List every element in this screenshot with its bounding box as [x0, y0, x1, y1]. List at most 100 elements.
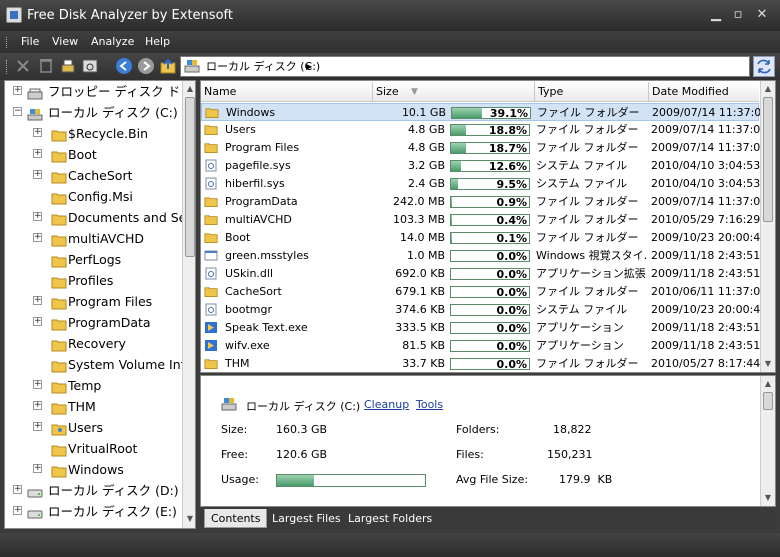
file-row[interactable]: Speak Text.exe 333.5 KB 0.0% アプリケーション 2009/1… — [201, 319, 761, 337]
file-row[interactable]: CacheSort 679.1 KB 0.0% ファイル フォルダー 2010/06/1… — [201, 283, 767, 301]
refresh-button[interactable] — [753, 56, 775, 77]
tools-link[interactable]: Tools — [416, 398, 443, 411]
size-percent-bar: 0.0% — [450, 340, 530, 353]
file-type: ファイル フォルダー — [536, 213, 639, 226]
file-row[interactable]: Windows 10.1 GB 39.1% ファイル フォルダー 2009/07/14 … — [201, 103, 768, 121]
file-row[interactable]: ProgramData 242.0 MB 0.9% ファイル フォルダー 2009/07… — [201, 193, 767, 211]
col-name[interactable]: Name — [201, 82, 373, 102]
scroll-up-icon[interactable]: ▲ — [762, 378, 774, 390]
tree-scrollbar[interactable]: ▲ ▼ — [182, 81, 195, 528]
expand-icon[interactable]: + — [33, 401, 42, 410]
minimize-button[interactable]: ▁ — [706, 6, 726, 24]
col-date[interactable]: Date Modified — [649, 82, 759, 102]
file-row[interactable]: Users 4.8 GB 18.8% ファイル フォルダー 2009/07/14 11:… — [201, 121, 767, 139]
folder-icon — [204, 195, 218, 208]
file-list: Name Size ▼ Type Date Modified Windows 10… — [200, 80, 776, 373]
expand-icon[interactable]: + — [33, 212, 42, 221]
list-scrollbar[interactable]: ▲ ▼ — [760, 81, 775, 372]
file-row[interactable]: THM 33.7 KB 0.0% ファイル フォルダー 2010/05/27 8:17:… — [201, 355, 760, 372]
file-row[interactable]: bootmgr 374.6 KB 0.0% システム ファイル 2009/10/23 2… — [201, 301, 767, 319]
file-type: ファイル フォルダー — [536, 231, 639, 244]
delete-icon[interactable] — [14, 57, 32, 75]
col-size-label: Size — [376, 85, 399, 98]
expand-icon[interactable]: + — [33, 464, 42, 473]
folder-icon — [51, 274, 67, 289]
file-row[interactable]: pagefile.sys 3.2 GB 12.6% システム ファイル 2010/04/… — [201, 157, 761, 175]
file-date: 2010/04/10 3:04:53 — [651, 159, 761, 172]
file-row[interactable]: hiberfil.sys 2.4 GB 9.5% システム ファイル 2010/04/1… — [201, 175, 760, 193]
scroll-thumb[interactable] — [763, 97, 773, 222]
file-row[interactable]: green.msstyles 1.0 MB 0.0% Windows 視覚スタイ… 20… — [201, 247, 760, 265]
file-name: Program Files — [225, 141, 300, 154]
size-label: Size: — [221, 423, 248, 436]
tree-item-label: フロッピー ディスク ド — [48, 84, 181, 99]
file-icon — [204, 267, 218, 280]
expand-icon[interactable]: + — [13, 506, 22, 515]
expand-icon[interactable]: + — [13, 86, 22, 95]
up-folder-icon[interactable] — [159, 57, 177, 75]
maximize-button[interactable]: ▫ — [728, 6, 748, 24]
file-row[interactable]: multiAVCHD 103.3 MB 0.4% ファイル フォルダー 2010/05/… — [201, 211, 760, 229]
expand-icon[interactable]: + — [33, 422, 42, 431]
scroll-down-icon[interactable]: ▼ — [184, 513, 195, 525]
tree-item-label: PerfLogs — [68, 252, 122, 267]
menu-view[interactable]: View — [52, 35, 78, 48]
expand-icon[interactable]: + — [33, 128, 42, 137]
folder-icon — [51, 442, 67, 457]
properties-icon[interactable] — [81, 57, 99, 75]
file-name: Boot — [225, 231, 251, 244]
file-size: 333.5 KB — [395, 321, 445, 334]
file-size: 242.0 MB — [392, 195, 445, 208]
tree-item-label: Program Files — [68, 294, 153, 309]
sort-desc-icon: ▼ — [411, 87, 418, 97]
collapse-icon[interactable]: − — [13, 107, 22, 116]
expand-icon[interactable]: + — [33, 170, 42, 179]
file-type: ファイル フォルダー — [536, 123, 639, 136]
print-icon[interactable] — [59, 57, 77, 75]
file-row[interactable]: Program Files 4.8 GB 18.7% ファイル フォルダー 2009/0… — [201, 139, 767, 157]
scroll-up-icon[interactable]: ▲ — [762, 83, 774, 95]
tab-contents[interactable]: Contents — [204, 509, 268, 528]
menu-help[interactable]: Help — [145, 35, 170, 48]
scroll-down-icon[interactable]: ▼ — [762, 492, 774, 504]
file-size: 14.0 MB — [399, 231, 445, 244]
scroll-up-icon[interactable]: ▲ — [184, 83, 195, 95]
file-name: ProgramData — [225, 195, 298, 208]
expand-icon[interactable]: + — [33, 233, 42, 242]
col-type[interactable]: Type — [535, 82, 649, 102]
cleanup-link[interactable]: Cleanup — [364, 398, 409, 411]
file-date: 2009/11/18 2:43:51 — [651, 321, 761, 334]
scroll-down-icon[interactable]: ▼ — [762, 358, 774, 370]
address-bar[interactable]: ローカル ディスク (C:) ▶ — [180, 56, 750, 77]
recycle-icon[interactable] — [37, 57, 55, 75]
address-dropdown-icon[interactable]: ▶ — [306, 57, 312, 76]
file-row[interactable]: USkin.dll 692.0 KB 0.0% アプリケーション拡張 2009/11/1… — [201, 265, 760, 283]
file-row[interactable]: wifv.exe 81.5 KB 0.0% アプリケーション 2009/11/18 2:… — [201, 337, 760, 355]
back-icon[interactable] — [115, 57, 133, 75]
forward-icon[interactable] — [137, 57, 155, 75]
menu-analyze[interactable]: Analyze — [91, 35, 134, 48]
folder-icon — [51, 316, 67, 331]
details-scrollbar[interactable]: ▲ ▼ — [760, 376, 775, 506]
expand-icon[interactable]: + — [33, 149, 42, 158]
file-name: bootmgr — [225, 303, 272, 316]
size-percent-bar: 39.1% — [451, 107, 531, 120]
menu-file[interactable]: File — [21, 35, 39, 48]
expand-icon[interactable]: + — [33, 380, 42, 389]
size-percent-fill — [451, 161, 461, 171]
expand-icon[interactable]: + — [33, 296, 42, 305]
col-size[interactable]: Size ▼ — [373, 82, 535, 102]
scroll-thumb[interactable] — [185, 97, 195, 257]
expand-icon[interactable]: + — [33, 317, 42, 326]
tab-largest-folders[interactable]: Largest Folders — [342, 509, 438, 528]
folder-icon — [204, 357, 218, 370]
expand-icon[interactable]: + — [13, 485, 22, 494]
tab-largest-files[interactable]: Largest Files — [266, 509, 347, 528]
exe-icon — [204, 321, 218, 334]
tree-item-label: ローカル ディスク (D:) — [48, 483, 179, 498]
folder-icon — [205, 106, 219, 119]
scroll-thumb[interactable] — [763, 392, 773, 410]
file-icon — [204, 249, 218, 262]
close-button[interactable]: ✕ — [752, 6, 772, 24]
file-row[interactable]: Boot 14.0 MB 0.1% ファイル フォルダー 2009/10/23 20:0… — [201, 229, 767, 247]
